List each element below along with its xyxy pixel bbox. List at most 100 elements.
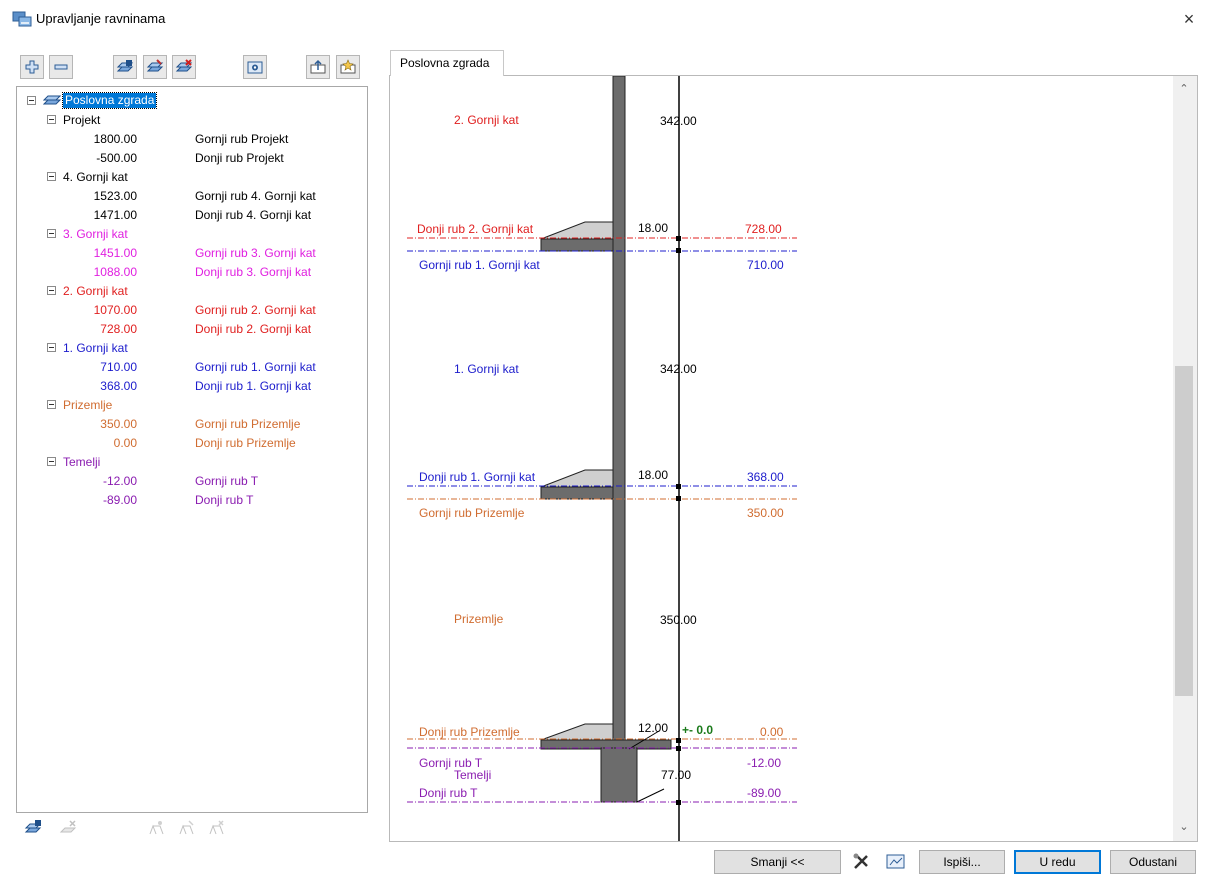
tree-group-label: 4. Gornji kat <box>63 170 128 184</box>
remove-sublevel-icon <box>59 820 77 833</box>
level-value: 1088.00 <box>93 265 137 279</box>
import-icon <box>340 59 356 74</box>
tree-level-row[interactable]: 368.00 Donji rub 1. Gornji kat <box>17 377 357 395</box>
edge-label-6: Donji rub T <box>419 786 478 800</box>
export-button[interactable] <box>306 55 330 79</box>
edge-label-2: Donji rub 1. Gornji kat <box>419 470 536 484</box>
tree-level-row[interactable]: 0.00 Donji rub Prizemlje <box>17 434 357 452</box>
settings-button[interactable] <box>243 55 267 79</box>
tree-level-row[interactable]: 710.00 Gornji rub 1. Gornji kat <box>17 358 357 376</box>
add-button[interactable] <box>20 55 44 79</box>
tree-level-row[interactable]: 1800.00 Gornji rub Projekt <box>17 130 357 148</box>
tree-level-row[interactable]: -12.00 Gornji rub T <box>17 472 357 490</box>
cancel-button[interactable]: Odustani <box>1110 850 1196 874</box>
close-button[interactable]: × <box>1178 8 1200 30</box>
level-label: Gornji rub 2. Gornji kat <box>195 303 316 317</box>
slab-top <box>540 469 614 488</box>
tree-level-row[interactable]: 1523.00 Gornji rub 4. Gornji kat <box>17 187 357 205</box>
level-value: -89.00 <box>102 493 137 507</box>
tree-group-label: Projekt <box>63 113 101 127</box>
level-value: 1523.00 <box>93 189 137 203</box>
people-add-button[interactable] <box>144 816 168 840</box>
edit-level-button[interactable] <box>143 55 167 79</box>
tree-level-row[interactable]: 1070.00 Gornji rub 2. Gornji kat <box>17 301 357 319</box>
remove-minus-icon <box>54 64 68 70</box>
add-level-icon <box>116 60 134 72</box>
import-button[interactable] <box>336 55 360 79</box>
level-value: 728.00 <box>100 322 137 336</box>
export-icon <box>310 59 326 74</box>
floor-label-1: 1. Gornji kat <box>454 362 519 376</box>
people-edit-button[interactable] <box>174 816 198 840</box>
tree-level-row[interactable]: 728.00 Donji rub 2. Gornji kat <box>17 320 357 338</box>
slab-top <box>540 221 614 240</box>
building-icon <box>43 95 61 105</box>
edge-label-0: Donji rub 2. Gornji kat <box>417 222 534 236</box>
slab <box>540 238 614 252</box>
scroll-down-icon[interactable]: ⌄ <box>1175 818 1193 836</box>
level-label: Donji rub Projekt <box>195 151 284 165</box>
levels-manager-icon <box>12 11 32 27</box>
remove-button[interactable] <box>49 55 73 79</box>
add-sublevel-button[interactable] <box>21 816 45 840</box>
view-export-button[interactable] <box>883 850 909 874</box>
level-label: Donji rub 3. Gornji kat <box>195 265 312 279</box>
collapse-icon[interactable] <box>47 457 56 466</box>
floor-height-2: 342.00 <box>660 114 697 128</box>
tree-level-row[interactable]: -89.00 Donji rub T <box>17 491 357 509</box>
tree-level-row[interactable]: 1088.00 Donji rub 3. Gornji kat <box>17 263 357 281</box>
level-label: Donji rub 1. Gornji kat <box>195 379 312 393</box>
settings-gear-icon <box>247 61 263 74</box>
add-level-button[interactable] <box>113 55 137 79</box>
add-sublevel-icon <box>24 820 42 833</box>
edge-value-1: 710.00 <box>747 258 784 272</box>
people-delete-icon <box>209 820 224 835</box>
level-value: 1070.00 <box>93 303 137 317</box>
slab-thickness-1: 18.00 <box>638 468 669 482</box>
level-value: 350.00 <box>100 417 137 431</box>
edge-value-3: 350.00 <box>747 506 784 520</box>
collapse-icon[interactable] <box>47 400 56 409</box>
delete-level-button[interactable] <box>172 55 196 79</box>
level-tree[interactable]: Poslovna zgrada Projekt 1800.00 Gornji rub … <box>16 86 368 813</box>
edge-value-5: -12.00 <box>747 756 782 770</box>
collapse-icon[interactable] <box>27 96 36 105</box>
ok-button[interactable]: U redu <box>1014 850 1101 874</box>
people-add-icon <box>149 821 164 835</box>
wall <box>612 76 626 749</box>
collapse-icon[interactable] <box>47 172 56 181</box>
people-delete-button[interactable] <box>204 816 228 840</box>
collapse-icon[interactable] <box>47 115 56 124</box>
floor-label-2: 2. Gornji kat <box>454 113 519 127</box>
window-title: Upravljanje ravninama <box>36 11 166 26</box>
level-value: -500.00 <box>96 151 137 165</box>
edge-label-3: Gornji rub Prizemlje <box>419 506 525 520</box>
tree-level-row[interactable]: 1471.00 Donji rub 4. Gornji kat <box>17 206 357 224</box>
collapse-icon[interactable] <box>47 343 56 352</box>
print-button[interactable]: Ispiši... <box>919 850 1005 874</box>
collapse-icon[interactable] <box>47 229 56 238</box>
smanji-button[interactable]: Smanji << <box>714 850 841 874</box>
edge-label-4: Donji rub Prizemlje <box>419 725 520 739</box>
tools-button[interactable] <box>849 850 875 874</box>
tree-group-label: Prizemlje <box>63 398 113 412</box>
collapse-icon[interactable] <box>47 286 56 295</box>
floor-label-temelji: Temelji <box>454 768 492 782</box>
tree-level-row[interactable]: -500.00 Donji rub Projekt <box>17 149 357 167</box>
level-value: 1451.00 <box>93 246 137 260</box>
remove-sublevel-button[interactable] <box>56 816 80 840</box>
foundation <box>600 747 638 803</box>
scroll-up-icon[interactable]: ⌃ <box>1175 80 1193 98</box>
edge-label-1: Gornji rub 1. Gornji kat <box>419 258 540 272</box>
level-value: 0.00 <box>113 436 137 450</box>
scroll-thumb[interactable] <box>1175 366 1193 696</box>
floor-label-0: Prizemlje <box>454 612 504 626</box>
level-label: Gornji rub 3. Gornji kat <box>195 246 316 260</box>
tree-level-row[interactable]: 1451.00 Gornji rub 3. Gornji kat <box>17 244 357 262</box>
tree-group-label: 2. Gornji kat <box>63 284 128 298</box>
people-edit-icon <box>179 820 194 835</box>
tab-poslovna-zgrada[interactable]: Poslovna zgrada <box>390 50 504 76</box>
tree-group-label: 3. Gornji kat <box>63 227 128 241</box>
level-value: 710.00 <box>100 360 137 374</box>
tree-level-row[interactable]: 350.00 Gornji rub Prizemlje <box>17 415 357 433</box>
